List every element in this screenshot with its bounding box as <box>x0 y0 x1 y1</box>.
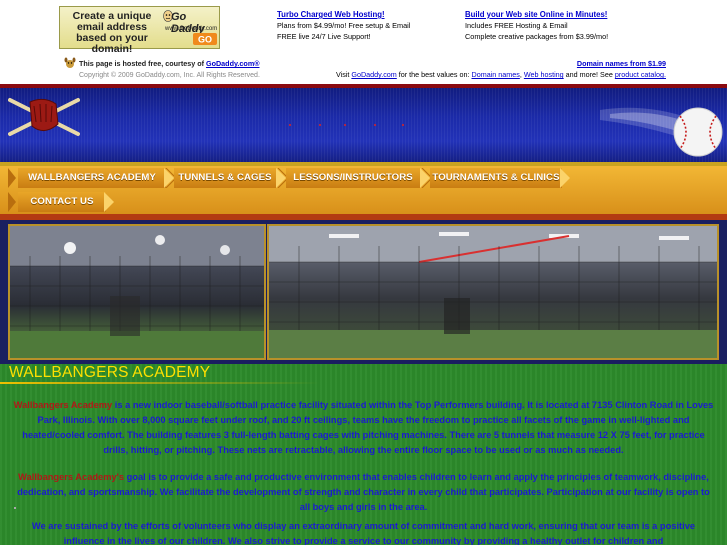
domain-names-link[interactable]: Domain names from $1.99 <box>577 59 666 68</box>
academy-name-highlight: Wallbangers Academy's <box>18 472 125 482</box>
nav-tournaments-clinics[interactable]: TOURNAMENTS & CLINICS <box>430 168 562 188</box>
turbo-hosting-link[interactable]: Turbo Charged Web Hosting! <box>277 10 385 19</box>
ad-column-hosting: Turbo Charged Web Hosting! Plans from $4… <box>277 9 410 42</box>
banner-logo-url: www.GoDaddy.com <box>165 26 218 32</box>
site-header-banner <box>0 84 727 166</box>
banner-text: Create a unique email address based on y… <box>72 10 152 55</box>
ad-column-website: Build your Web site Online in Minutes! I… <box>465 9 608 42</box>
main-content: WALLBANGERS ACADEMY Wallbangers Academy … <box>0 364 727 545</box>
title-underline <box>0 382 320 384</box>
web-hosting-link[interactable]: Web hosting <box>524 70 564 79</box>
godaddy-email-banner[interactable]: Create a unique email address based on y… <box>59 6 220 55</box>
batting-tunnels-photo-art <box>269 226 717 358</box>
academy-name-highlight: Wallbangers Academy <box>13 400 113 410</box>
hosted-courtesy-line: This page is hosted free, courtesy of Go… <box>64 58 260 81</box>
volunteers-paragraph: We are sustained by the efforts of volun… <box>31 521 696 545</box>
decorative-dot <box>14 507 16 509</box>
nav-contact-us[interactable]: CONTACT US <box>18 192 106 212</box>
svg-text:GO: GO <box>198 35 212 45</box>
batting-tunnels-photo-right <box>267 224 719 360</box>
godaddy-logo-icon: Go Daddy www.GoDaddy.com GO <box>163 9 218 46</box>
baseball-icon <box>600 107 723 157</box>
batting-cage-photo-left <box>8 224 266 360</box>
godaddy-courtesy-link[interactable]: GoDaddy.com® <box>206 59 259 68</box>
batting-cage-photo-art <box>10 226 264 358</box>
facility-photo-strip <box>0 220 727 364</box>
nav-row-1: WALLBANGERS ACADEMY TUNNELS & CAGES LESS… <box>0 168 727 190</box>
website-line-1: Includes FREE Hosting & Email <box>465 21 568 30</box>
hosted-prefix: This page is hosted free, courtesy of <box>79 59 207 68</box>
page-title: WALLBANGERS ACADEMY <box>9 364 211 381</box>
nav-separator-icon <box>560 168 570 188</box>
website-line-2: Complete creative packages from $3.99/mo… <box>465 32 609 41</box>
header-top-border <box>0 84 727 88</box>
goal-paragraph: Wallbangers Academy's goal is to provide… <box>12 470 715 515</box>
godaddy-link[interactable]: GoDaddy.com <box>351 70 396 79</box>
promo-line: Domain names from $1.99 Visit GoDaddy.co… <box>336 58 666 80</box>
promo-mid-3: and more! See <box>563 70 615 79</box>
hosting-line-1: Plans from $4.99/mo! Free setup & Email <box>277 21 411 30</box>
nav-tunnels-cages[interactable]: TUNNELS & CAGES <box>174 168 276 188</box>
nav-separator-icon <box>104 192 114 212</box>
intro-text: is a new indoor baseball/softball practi… <box>22 400 714 455</box>
nav-wallbangers-academy[interactable]: WALLBANGERS ACADEMY <box>18 168 166 188</box>
main-navigation: WALLBANGERS ACADEMY TUNNELS & CAGES LESS… <box>0 166 727 214</box>
product-catalog-link[interactable]: product catalog. <box>615 70 666 79</box>
godaddy-ad-bar: Create a unique email address based on y… <box>0 0 727 84</box>
domain-names-catalog-link[interactable]: Domain names <box>472 70 520 79</box>
hosting-line-2: FREE live 24/7 Live Support! <box>277 32 371 41</box>
copyright-text: Copyright © 2009 GoDaddy.com, Inc. All R… <box>79 72 260 79</box>
nav-row-2: CONTACT US <box>0 192 727 214</box>
nav-lessons-instructors[interactable]: LESSONS/INSTRUCTORS <box>286 168 420 188</box>
go-badge-icon: GO <box>193 33 217 45</box>
intro-paragraph: Wallbangers Academy is a new indoor base… <box>12 398 715 458</box>
baseball-glove-icon <box>8 98 80 136</box>
build-website-link[interactable]: Build your Web site Online in Minutes! <box>465 10 607 19</box>
promo-prefix: Visit <box>335 70 352 79</box>
header-sparkles <box>289 124 404 126</box>
promo-mid-1: for the best values on: <box>396 70 472 79</box>
